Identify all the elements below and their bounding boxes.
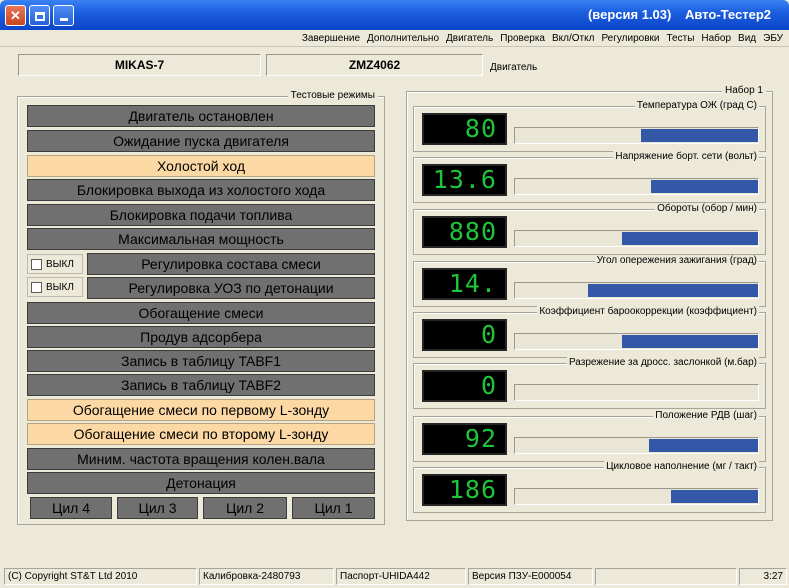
sensor-level-fill — [621, 232, 758, 245]
checkbox-label: ВЫКЛ — [46, 281, 74, 293]
sensor-cycle-fill: Цикловое наполнение (мг / такт) 186 — [413, 461, 766, 513]
menu-item-adjust[interactable]: Регулировки — [601, 33, 659, 44]
mode-mixture-adjust[interactable]: Регулировка состава смеси — [87, 253, 375, 275]
maximize-icon — [34, 12, 45, 22]
cylinder-2-button[interactable]: Цил 2 — [203, 497, 287, 519]
status-copyright: (C) Copyright ST&T Ltd 2010 — [4, 568, 197, 585]
menu-item-tests[interactable]: Тесты — [667, 33, 695, 44]
mode-min-rpm[interactable]: Миним. частота вращения колен.вала — [27, 448, 375, 470]
status-bar: (C) Copyright ST&T Ltd 2010 Калибровка-2… — [0, 566, 789, 588]
sensor-label: Цикловое наполнение (мг / такт) — [604, 461, 759, 472]
mode-wait-start[interactable]: Ожидание пуска двигателя — [27, 130, 375, 152]
mode-enrichment[interactable]: Обогащение смеси — [27, 302, 375, 324]
mode-idle-exit-lock[interactable]: Блокировка выхода из холостого хода — [27, 179, 375, 201]
mode-canister-purge[interactable]: Продув адсорбера — [27, 326, 375, 348]
cylinder-1-button[interactable]: Цил 1 — [292, 497, 375, 519]
sensor-value-display: 0 — [422, 370, 507, 402]
menu-item-ecu[interactable]: ЭБУ — [763, 33, 783, 44]
close-button[interactable]: ✕ — [5, 5, 26, 26]
status-time: 3:27 — [739, 568, 787, 585]
sensor-value-display: 14. — [422, 268, 507, 300]
menu-item-view[interactable]: Вид — [738, 33, 756, 44]
window-version: (версия 1.03) — [587, 7, 672, 22]
menu-item-onoff[interactable]: Вкл/Откл — [552, 33, 594, 44]
sensor-label: Положение РДВ (шаг) — [653, 410, 759, 421]
sensor-level-fill — [641, 129, 758, 142]
menu-bar: Завершение Дополнительно Двигатель Прове… — [0, 30, 789, 47]
sensor-label: Температура ОЖ (град С) — [634, 100, 759, 111]
ecu-model-field: MIKAS-7 — [18, 54, 261, 76]
sensor-ignition-advance: Угол опережения зажигания (град) 14. — [413, 255, 766, 307]
sensor-value-display: 80 — [422, 113, 507, 145]
engine-model-field: ZMZ4062 — [266, 54, 483, 76]
sensor-coolant-temp: Температура ОЖ (град С) 80 — [413, 100, 766, 152]
sensor-rpm: Обороты (обор / мин) 880 — [413, 203, 766, 255]
sensor-level-bar — [514, 437, 759, 454]
sensor-value-display: 0 — [422, 319, 507, 351]
mode-idle[interactable]: Холостой ход — [27, 155, 375, 177]
status-passport: Паспорт-UHIDA442 — [336, 568, 466, 585]
sensor-level-bar — [514, 127, 759, 144]
mode-max-power[interactable]: Максимальная мощность — [27, 228, 375, 250]
cylinder-3-button[interactable]: Цил 3 — [117, 497, 198, 519]
sensor-set-title: Набор 1 — [722, 85, 766, 96]
checkbox-box[interactable] — [31, 258, 42, 270]
sensor-value-display: 13.6 — [422, 164, 507, 196]
sensor-level-bar — [514, 384, 759, 401]
sensor-level-bar — [514, 333, 759, 350]
checkbox-label: ВЫКЛ — [46, 258, 74, 270]
mode-fuel-cutoff[interactable]: Блокировка подачи топлива — [27, 204, 375, 226]
cylinder-4-button[interactable]: Цил 4 — [30, 497, 112, 519]
sensor-label: Угол опережения зажигания (град) — [594, 255, 759, 266]
checkbox-box[interactable] — [31, 281, 42, 293]
status-rom-version: Версия ПЗУ-E000054 — [468, 568, 593, 585]
maximize-button[interactable] — [29, 5, 50, 26]
sensor-level-bar — [514, 488, 759, 505]
mode-write-tabf1[interactable]: Запись в таблицу TABF1 — [27, 350, 375, 372]
minimize-icon — [59, 18, 68, 21]
sensor-level-fill — [621, 335, 758, 348]
status-placeholder — [595, 568, 737, 585]
mode-enrich-lambda1[interactable]: Обогащение смеси по первому L-зонду — [27, 399, 375, 421]
status-calibration: Калибровка-2480793 — [199, 568, 334, 585]
menu-item-check[interactable]: Проверка — [500, 33, 545, 44]
mode-knock-adjust[interactable]: Регулировка УОЗ по детонации — [87, 277, 375, 299]
engine-label: Двигатель — [490, 62, 538, 73]
sensor-label: Напряжение борт. сети (вольт) — [613, 151, 759, 162]
sensor-level-bar — [514, 178, 759, 195]
sensor-level-fill — [651, 180, 758, 193]
sensor-level-fill — [648, 439, 758, 452]
sensor-level-bar — [514, 282, 759, 299]
mixture-adjust-checkbox[interactable]: ВЫКЛ — [27, 254, 83, 274]
mode-knock[interactable]: Детонация — [27, 472, 375, 494]
test-modes-title: Тестовые режимы — [287, 90, 378, 101]
sensor-label: Коэффициент бароокоррекции (коэффициент) — [537, 306, 759, 317]
sensor-value-display: 92 — [422, 423, 507, 455]
window-title: (версия 1.03) Авто-Тестер2 — [578, 7, 771, 22]
sensor-level-fill — [670, 490, 758, 503]
sensor-label: Разрежение за дросс. заслонкой (м.бар) — [566, 357, 759, 368]
sensor-level-fill — [587, 284, 758, 297]
sensor-value-display: 880 — [422, 216, 507, 248]
sensor-voltage: Напряжение борт. сети (вольт) 13.6 — [413, 151, 766, 203]
knock-adjust-checkbox[interactable]: ВЫКЛ — [27, 277, 83, 297]
menu-item-extra[interactable]: Дополнительно — [367, 33, 439, 44]
menu-item-set[interactable]: Набор — [701, 33, 731, 44]
menu-item-exit[interactable]: Завершение — [302, 33, 360, 44]
title-bar: ✕ (версия 1.03) Авто-Тестер2 — [0, 0, 789, 30]
sensor-baro-correction: Коэффициент бароокоррекции (коэффициент)… — [413, 306, 766, 358]
sensor-label: Обороты (обор / мин) — [655, 203, 759, 214]
sensor-throttle-vacuum: Разрежение за дросс. заслонкой (м.бар) 0 — [413, 357, 766, 409]
close-icon: ✕ — [10, 8, 21, 23]
mode-enrich-lambda2[interactable]: Обогащение смеси по второму L-зонду — [27, 423, 375, 445]
app-title: Авто-Тестер2 — [684, 7, 771, 22]
mode-write-tabf2[interactable]: Запись в таблицу TABF2 — [27, 374, 375, 396]
sensor-idle-valve: Положение РДВ (шаг) 92 — [413, 410, 766, 462]
menu-item-engine[interactable]: Двигатель — [446, 33, 493, 44]
sensor-value-display: 186 — [422, 474, 507, 506]
sensor-level-bar — [514, 230, 759, 247]
mode-engine-stopped[interactable]: Двигатель остановлен — [27, 105, 375, 127]
minimize-button[interactable] — [53, 5, 74, 26]
